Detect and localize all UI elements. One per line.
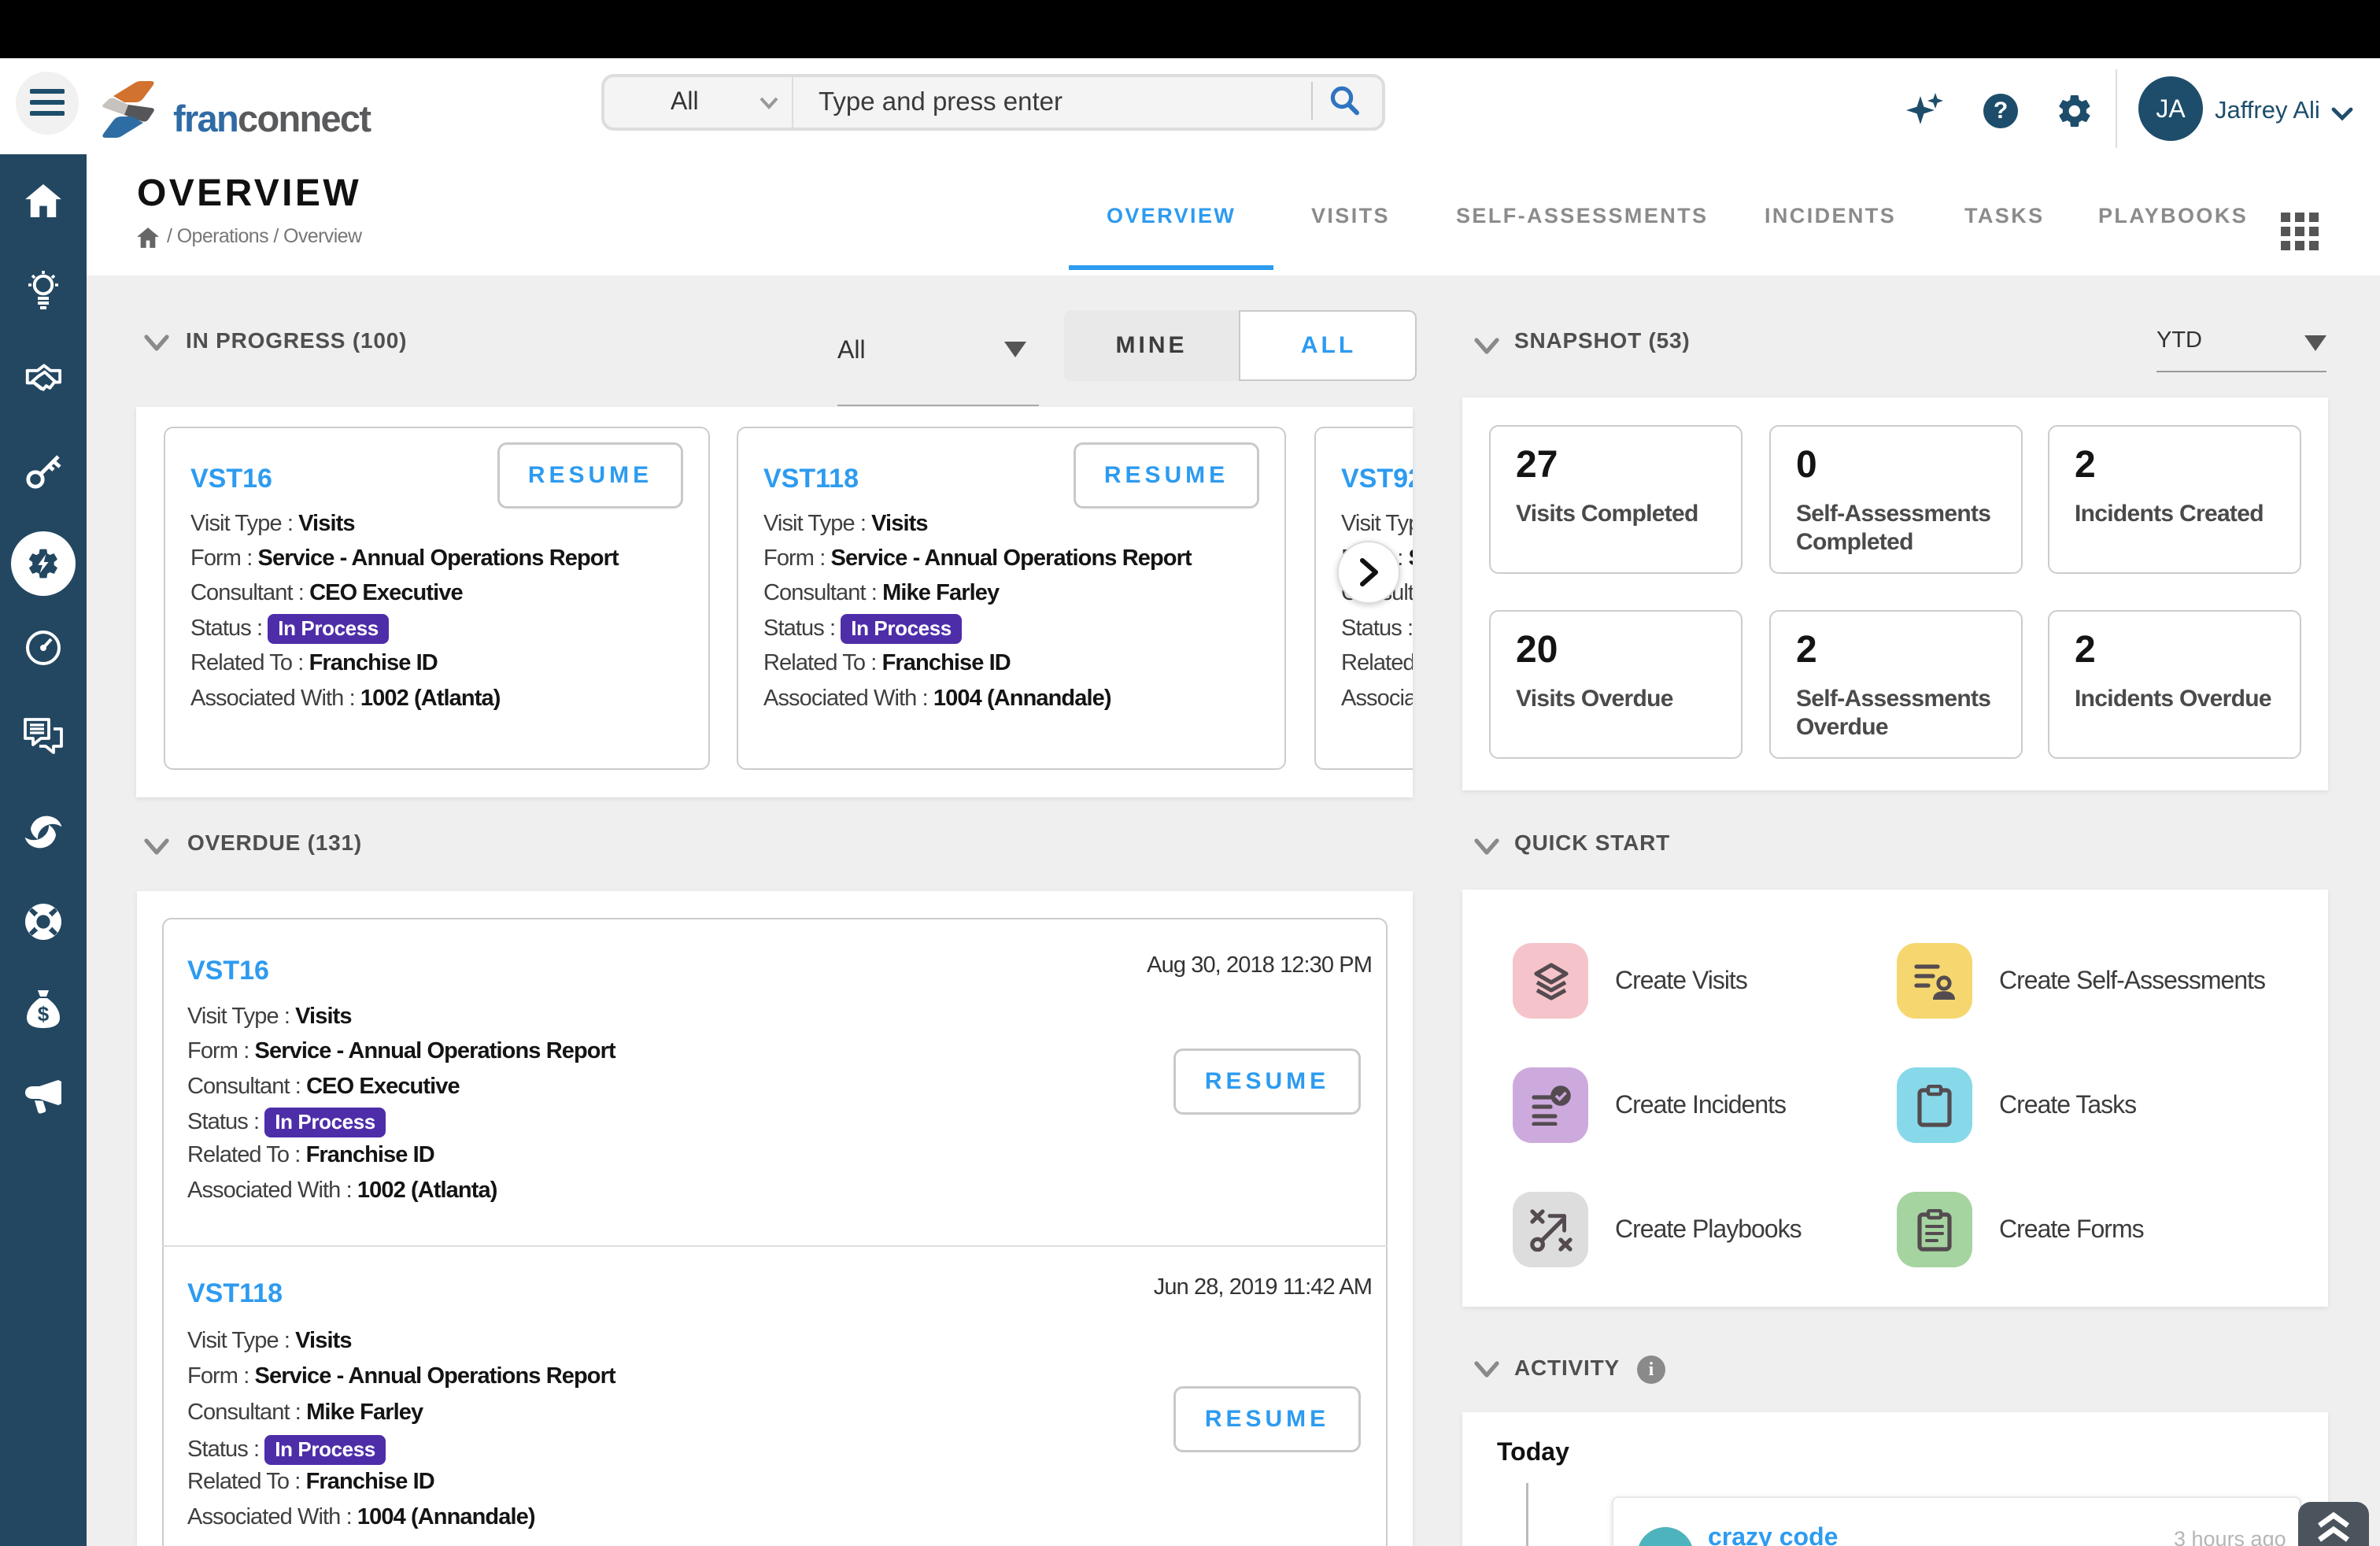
svg-text:$: $ — [38, 1002, 50, 1026]
